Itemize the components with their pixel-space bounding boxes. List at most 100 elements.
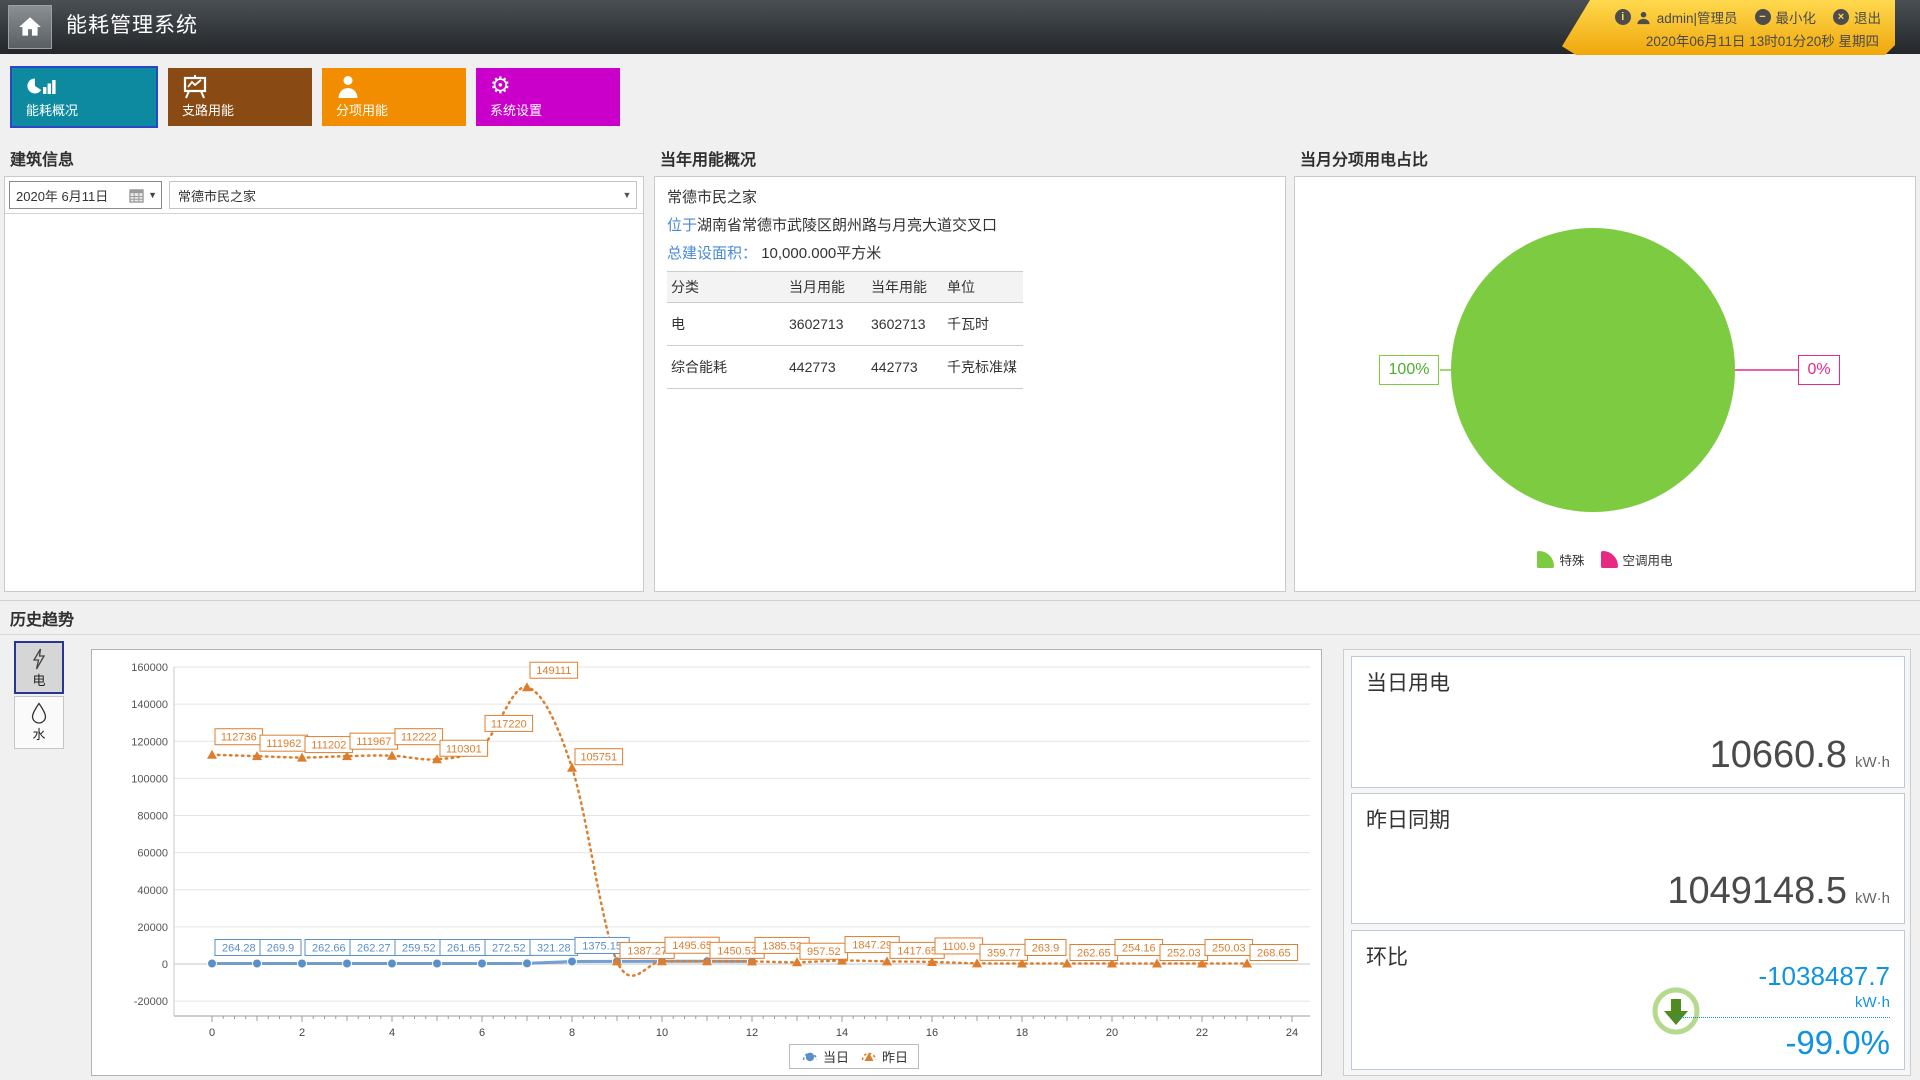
nav-label: 支路用能 — [182, 100, 234, 119]
svg-text:272.52: 272.52 — [492, 942, 526, 954]
pie-label-0: 0% — [1798, 355, 1840, 385]
nav-system-settings[interactable]: ⚙ 系统设置 — [476, 68, 620, 126]
svg-text:40000: 40000 — [137, 885, 168, 897]
svg-text:20: 20 — [1106, 1027, 1118, 1039]
svg-text:254.16: 254.16 — [1122, 943, 1156, 955]
date-picker[interactable]: 2020年 6月11日 ▼ — [9, 181, 162, 209]
svg-text:250.03: 250.03 — [1212, 943, 1246, 955]
nav-branch-energy[interactable]: 支路用能 — [168, 68, 312, 126]
col-unit: 单位 — [943, 272, 1023, 303]
nav-label: 分项用能 — [336, 100, 388, 119]
svg-text:140000: 140000 — [131, 699, 168, 711]
pie-legend: 特殊 空调用电 — [1295, 550, 1915, 569]
svg-text:111967: 111967 — [356, 736, 391, 748]
water-drop-icon — [30, 702, 48, 724]
minimize-label[interactable]: 最小化 — [1776, 7, 1817, 27]
svg-text:105751: 105751 — [580, 752, 617, 764]
card-unit: kW·h — [1855, 754, 1890, 771]
card-label: 环比 — [1366, 941, 1408, 971]
svg-text:269.9: 269.9 — [267, 942, 295, 954]
minimize-icon[interactable]: − — [1755, 9, 1771, 25]
svg-text:268.65: 268.65 — [1257, 948, 1291, 960]
nav-itemized-energy[interactable]: 分项用能 — [322, 68, 466, 126]
svg-text:0: 0 — [162, 959, 168, 971]
energy-table: 分类 当月用能 当年用能 单位 电 3602713 3602713 千瓦时 综合… — [667, 271, 1023, 389]
card-unit: kW·h — [1855, 890, 1890, 907]
svg-text:14: 14 — [836, 1027, 848, 1039]
svg-text:1417.65: 1417.65 — [897, 945, 937, 957]
info-icon[interactable]: i — [1615, 9, 1631, 25]
svg-text:1375.15: 1375.15 — [582, 940, 622, 952]
svg-text:2: 2 — [299, 1027, 305, 1039]
svg-text:321.28: 321.28 — [537, 942, 571, 954]
easel-chart-icon — [182, 75, 212, 99]
legend-label: 特殊 — [1559, 550, 1584, 569]
svg-text:160000: 160000 — [131, 662, 168, 674]
svg-text:16: 16 — [926, 1027, 938, 1039]
annual-panel: 常德市民之家 位于湖南省常德市武陵区朗州路与月亮大道交叉口 总建设面积： 10,… — [654, 176, 1286, 592]
svg-text:1450.53: 1450.53 — [717, 945, 757, 957]
table-header-row: 分类 当月用能 当年用能 单位 — [667, 272, 1023, 303]
building-select-caret-icon[interactable]: ▼ — [618, 182, 636, 208]
tab-water[interactable]: 水 — [14, 696, 64, 749]
legend-item-hvac: 空调用电 — [1601, 550, 1673, 569]
svg-text:0: 0 — [209, 1027, 215, 1039]
card-label: 昨日同期 — [1366, 804, 1450, 834]
svg-text:112736: 112736 — [221, 732, 257, 744]
tab-electricity[interactable]: 电 — [14, 641, 64, 694]
user-info-box: i admin|管理员 − 最小化 × 退出 2020年06月11日 13时01… — [1560, 0, 1895, 55]
nav-energy-overview[interactable]: 能耗概况 — [12, 68, 156, 126]
yesterday-marker-icon — [859, 1048, 879, 1065]
legend-label: 空调用电 — [1623, 550, 1673, 569]
svg-text:1100.9: 1100.9 — [942, 941, 975, 953]
pie-panel-title: 当月分项用电占比 — [1300, 146, 1428, 170]
pie-chart — [1295, 177, 1917, 593]
svg-text:1387.27: 1387.27 — [627, 945, 667, 957]
today-marker-icon — [800, 1048, 820, 1065]
svg-text:263.9: 263.9 — [1032, 943, 1060, 955]
calendar-icon — [129, 188, 144, 203]
building-select-value: 常德市民之家 — [178, 186, 256, 205]
svg-text:111202: 111202 — [311, 740, 346, 752]
close-icon[interactable]: × — [1833, 9, 1849, 25]
svg-text:1385.52: 1385.52 — [762, 940, 802, 952]
table-row: 综合能耗 442773 442773 千克标准煤 — [667, 346, 1023, 389]
card-value: 10660.8 — [1710, 734, 1847, 777]
pie-label-100: 100% — [1379, 355, 1439, 385]
chart-legend[interactable]: 当日 昨日 — [789, 1044, 919, 1069]
home-button[interactable] — [8, 5, 52, 49]
svg-text:18: 18 — [1016, 1027, 1028, 1039]
svg-text:252.03: 252.03 — [1167, 948, 1201, 960]
area-label: 总建设面积： — [667, 245, 757, 262]
svg-text:4: 4 — [389, 1027, 395, 1039]
svg-text:120000: 120000 — [131, 736, 168, 748]
gear-icon: ⚙ — [490, 75, 520, 99]
history-title-divider — [0, 634, 1920, 635]
top-bar: 能耗管理系统 i admin|管理员 − 最小化 × 退出 2020年06月11… — [0, 0, 1920, 54]
legend-swatch-green — [1537, 551, 1554, 568]
col-month: 当月用能 — [785, 272, 867, 303]
nav-label: 系统设置 — [490, 100, 542, 119]
pie-bars-icon — [26, 75, 56, 99]
location-text: 湖南省常德市武陵区朗州路与月亮大道交叉口 — [697, 217, 997, 234]
pie-circle — [1451, 228, 1735, 512]
svg-text:10: 10 — [656, 1027, 668, 1039]
user-icon — [1636, 9, 1652, 25]
legend-swatch-pink — [1601, 551, 1618, 568]
svg-text:20000: 20000 — [137, 922, 168, 934]
person-icon — [336, 75, 366, 99]
date-caret-icon: ▼ — [148, 190, 157, 200]
logout-label[interactable]: 退出 — [1854, 7, 1881, 27]
card-yesterday-usage: 昨日同期 1049148.5 kW·h — [1351, 793, 1905, 924]
svg-text:110301: 110301 — [446, 743, 482, 755]
svg-text:359.77: 359.77 — [987, 947, 1021, 959]
building-select[interactable]: 常德市民之家 ▼ — [169, 181, 637, 209]
svg-text:12: 12 — [746, 1027, 758, 1039]
svg-text:8: 8 — [569, 1027, 575, 1039]
user-name: admin|管理员 — [1657, 7, 1738, 27]
annual-panel-title: 当年用能概况 — [660, 146, 756, 170]
datetime: 2020年06月11日 13时01分20秒 星期四 — [1594, 30, 1881, 50]
building-location: 位于湖南省常德市武陵区朗州路与月亮大道交叉口 — [667, 214, 1273, 235]
area-value: 10,000.000平方米 — [761, 245, 881, 262]
building-name: 常德市民之家 — [667, 186, 1273, 207]
